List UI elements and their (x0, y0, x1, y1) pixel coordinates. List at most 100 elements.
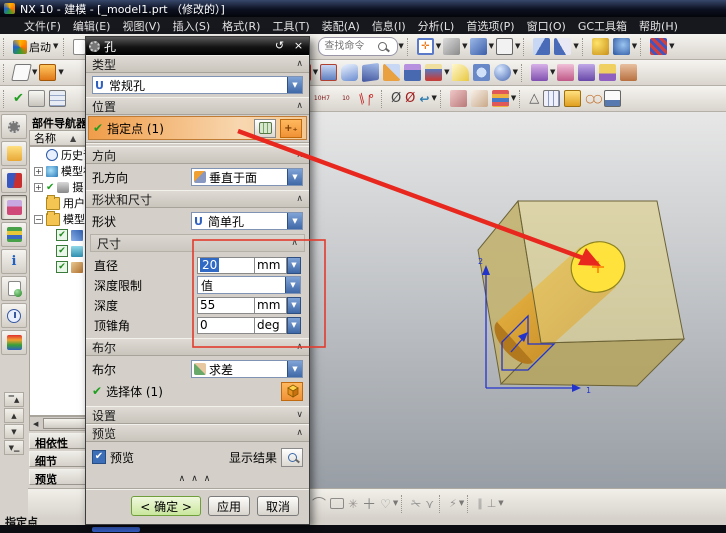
preview-checkbox[interactable]: ✔ (92, 450, 106, 464)
toolbar-grip[interactable] (440, 90, 445, 108)
stamp-2-button[interactable] (469, 89, 490, 109)
show-result-button[interactable] (281, 448, 303, 467)
toolbar-grip[interactable] (523, 38, 528, 56)
hole-direction-dropdown[interactable]: 垂直于面 ▼ (191, 168, 303, 186)
specify-point-row[interactable]: ✔ 指定点 (1) +₊ (88, 116, 307, 140)
menu-help[interactable]: 帮助(H) (633, 18, 684, 34)
toolbar-grip[interactable] (401, 495, 406, 513)
spreadsheet-button[interactable] (47, 89, 68, 109)
edit-section-button[interactable] (552, 37, 573, 57)
type-section-header[interactable]: 类型 ∧ (86, 55, 309, 73)
render-style-button[interactable] (441, 37, 462, 57)
scroll-left-icon[interactable]: ◀ (30, 420, 41, 428)
orient-view-button[interactable] (611, 37, 632, 57)
clip-section-button[interactable] (531, 37, 552, 57)
tip-angle-unit[interactable]: deg (255, 317, 287, 334)
toolbar-grip[interactable] (3, 64, 8, 82)
boolean-dropdown[interactable]: 求差 ▼ (191, 360, 303, 378)
dialog-collapse-handle[interactable]: ∧∧∧ (86, 472, 309, 486)
history-palette-tab[interactable] (1, 303, 27, 328)
point-tool-button[interactable]: ＋ (360, 494, 378, 514)
graphics-window[interactable]: 2 1 (306, 112, 726, 488)
cancel-button[interactable]: 取消 (257, 496, 299, 516)
toolbar-grip[interactable] (3, 38, 8, 56)
tip-angle-unit-arrow-icon[interactable]: ▼ (287, 317, 301, 334)
rapid-dimension-button[interactable]: ⁄⁄ (358, 89, 366, 109)
tolerance-2-button[interactable]: 10H7 (310, 89, 334, 109)
search-options-caret[interactable]: ▼ (398, 43, 403, 50)
toolbar-grip[interactable] (521, 64, 526, 82)
table-tool-button[interactable] (541, 89, 562, 109)
menu-file[interactable]: 文件(F) (18, 18, 67, 34)
move-face-button[interactable] (529, 63, 550, 83)
undo-style-caret[interactable]: ▼ (431, 95, 436, 102)
constraint-tool-button[interactable] (648, 37, 669, 57)
dialog-gear-icon[interactable] (89, 41, 100, 52)
checkbox-checked-icon[interactable]: ✔ (56, 229, 68, 241)
arc-tool-button[interactable]: ⌒ (310, 494, 328, 514)
resource-scroll-down-button[interactable]: ▼ (4, 424, 24, 439)
menu-preferences[interactable]: 首选项(P) (460, 18, 520, 34)
sweep-button[interactable] (339, 63, 360, 83)
shaded-view-button[interactable] (468, 37, 489, 57)
radial-dimension-button[interactable]: Ø (403, 89, 417, 109)
delete-face-button[interactable] (618, 63, 639, 83)
tolerance-3-button[interactable]: 10 (334, 89, 358, 109)
sheet-body-button[interactable] (360, 63, 381, 83)
block-feature-button[interactable] (37, 63, 58, 83)
dropdown-arrow-icon[interactable]: ▼ (287, 77, 302, 93)
checkbox-checked-icon[interactable]: ✔ (56, 245, 68, 257)
menu-gc-toolbox[interactable]: GC工具箱 (572, 18, 633, 34)
toolbar-grip[interactable] (467, 495, 472, 513)
quick-trim-button[interactable]: ✂ (409, 494, 423, 514)
expand-icon[interactable]: + (34, 167, 43, 176)
edit-section-caret[interactable]: ▼ (573, 43, 578, 50)
verify-button[interactable]: ✔ (11, 89, 26, 109)
dropdown-arrow-icon[interactable]: ▼ (287, 169, 302, 185)
toolbar-grip[interactable] (3, 90, 8, 108)
ok-button[interactable]: < 确定 > (131, 496, 201, 516)
revolve-button[interactable] (318, 63, 339, 83)
window-layout-button[interactable] (494, 37, 515, 57)
taskbar-item[interactable] (92, 527, 140, 532)
window-layout-caret[interactable]: ▼ (515, 43, 520, 50)
collapse-icon[interactable]: − (34, 215, 43, 224)
menu-information[interactable]: 信息(I) (366, 18, 412, 34)
select-body-button[interactable] (281, 382, 303, 401)
pull-face-button[interactable] (555, 63, 576, 83)
parallel-constraint-button[interactable]: ∥ (475, 494, 485, 514)
menu-window[interactable]: 窗口(O) (521, 18, 572, 34)
rapid-dimension-caret[interactable]: ▼ (459, 500, 464, 507)
dropdown-arrow-icon[interactable]: ▼ (287, 361, 302, 377)
quick-extend-button[interactable]: ⋎ (423, 494, 436, 514)
dropdown-arrow-icon[interactable]: ▼ (287, 213, 302, 229)
dimensions-subheader[interactable]: 尺寸 ∧ (90, 234, 305, 252)
spline-tool-button[interactable] (590, 37, 611, 57)
draw-sketch-button[interactable] (254, 119, 276, 138)
shape-section-header[interactable]: 形状和尺寸 ∧ (86, 190, 309, 208)
sphere-caret[interactable]: ▼ (513, 69, 518, 76)
toolbar-grip[interactable] (407, 38, 412, 56)
depth-unit[interactable]: mm (255, 297, 287, 314)
resource-gear-button[interactable] (1, 114, 27, 139)
studio-spline-button[interactable]: ✳ (346, 494, 360, 514)
sphere-button[interactable] (492, 63, 513, 83)
roles-palette-tab[interactable] (1, 330, 27, 355)
diameter-input[interactable]: 20 (197, 257, 255, 274)
shell-button[interactable] (423, 63, 444, 83)
tip-angle-input[interactable]: 0 (197, 317, 255, 334)
depth-limit-dropdown[interactable]: 值 ▼ (197, 276, 301, 294)
offset-region-button[interactable] (576, 63, 597, 83)
depth-unit-arrow-icon[interactable]: ▼ (287, 297, 301, 314)
offset-curve-caret[interactable]: ▼ (393, 500, 398, 507)
color-list-button[interactable] (490, 89, 511, 109)
replace-face-button[interactable] (597, 63, 618, 83)
trim-body-button[interactable] (381, 63, 402, 83)
stamp-1-button[interactable] (448, 89, 469, 109)
checkbox-checked-icon[interactable]: ✔ (56, 261, 68, 273)
boolean-section-header[interactable]: 布尔 ∧ (86, 338, 309, 356)
diameter-unit[interactable]: mm (255, 257, 287, 274)
settings-section-header[interactable]: 设置 ∨ (86, 406, 309, 424)
orient-view-caret[interactable]: ▼ (632, 43, 637, 50)
toolbar-grip[interactable] (63, 38, 68, 56)
